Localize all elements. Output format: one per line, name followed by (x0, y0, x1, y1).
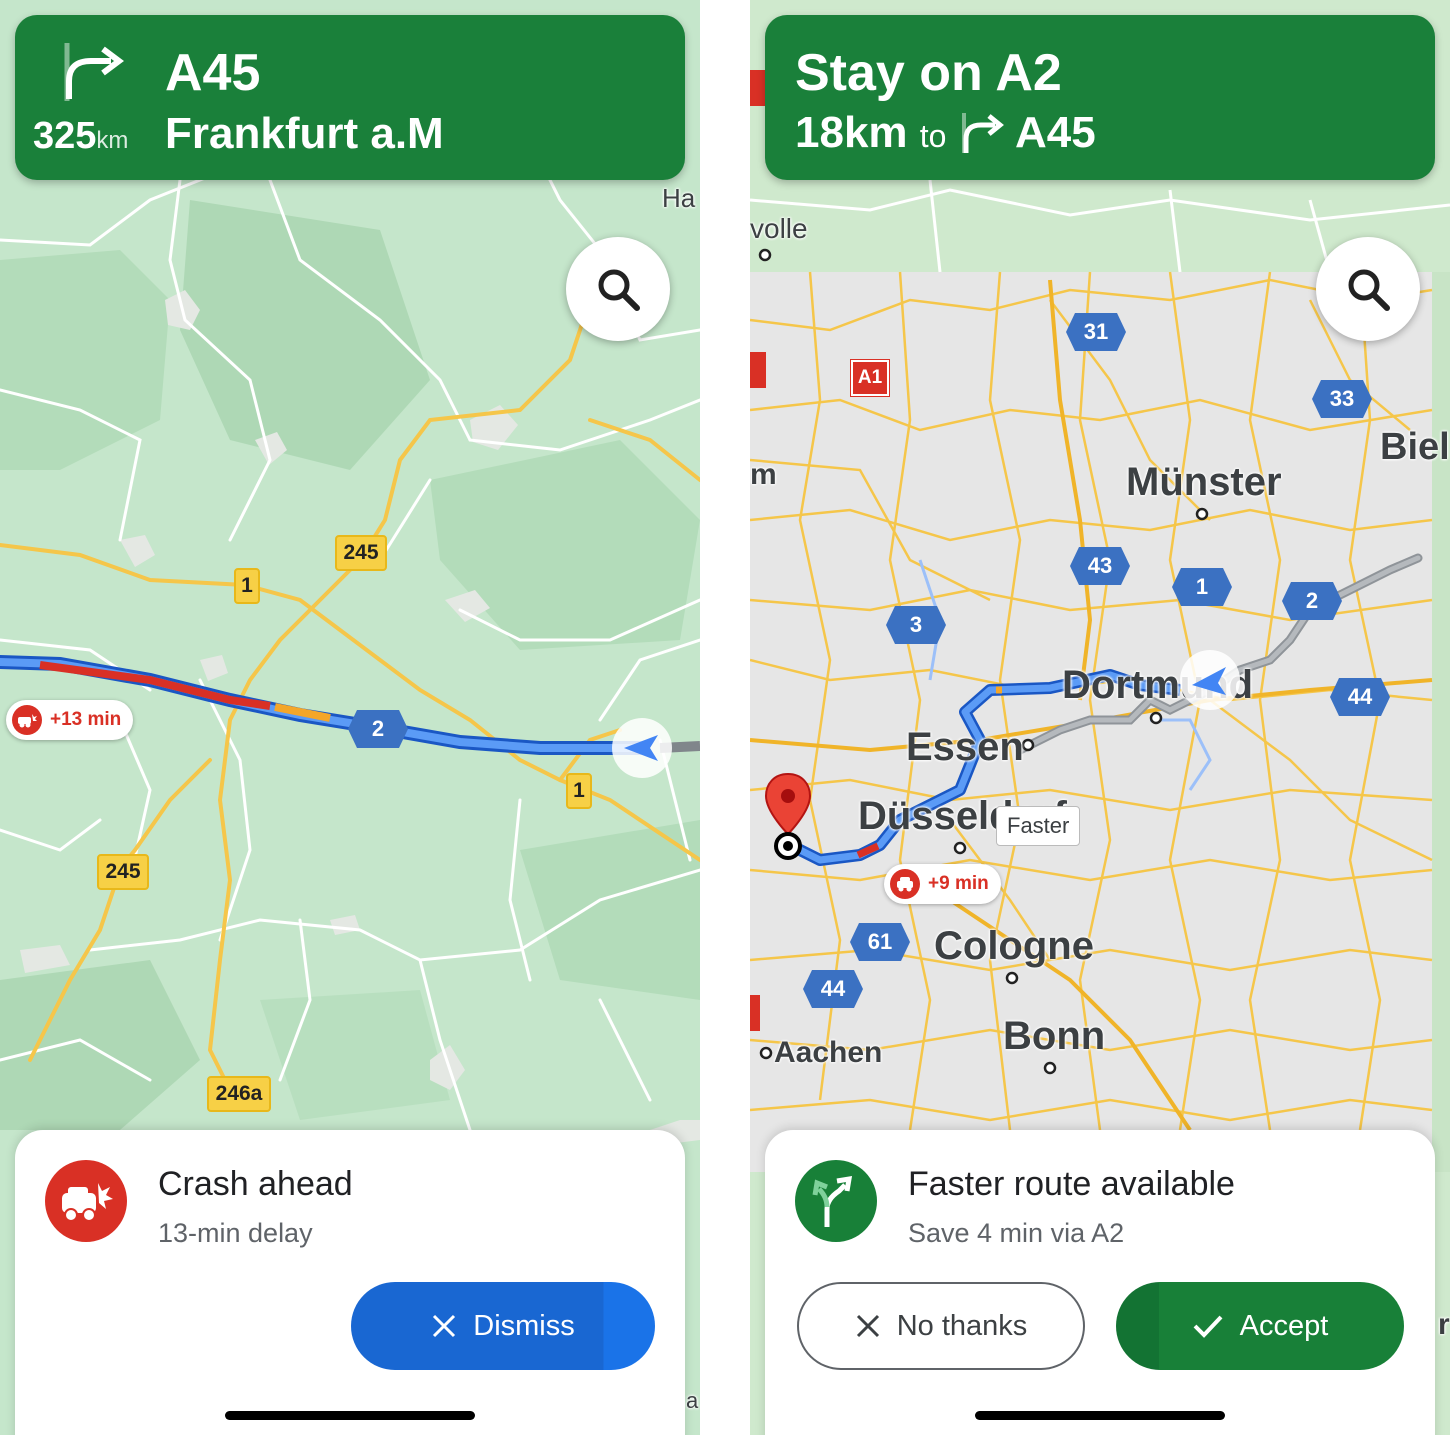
navigation-arrow-icon (624, 735, 658, 761)
search-icon (598, 269, 640, 311)
destination-name: Frankfurt a.M (165, 109, 444, 158)
instruction-text: Stay on A2 (795, 44, 1062, 102)
road-badge: 44 (803, 970, 863, 1008)
traffic-delay-bubble[interactable]: +9 min (884, 864, 1001, 904)
faster-route-icon-circle (795, 1160, 877, 1242)
road-badge: A1 (850, 359, 890, 397)
navigation-header[interactable]: Stay on A2 18km to A45 (765, 15, 1435, 180)
dismiss-button[interactable]: Dismiss (351, 1282, 655, 1370)
road-badge: 245 (335, 535, 387, 571)
close-icon (856, 1314, 879, 1338)
road-badge: 61 (850, 923, 910, 961)
search-button[interactable] (1316, 237, 1420, 341)
map-edge-label: a (686, 1388, 699, 1413)
map-edge-label: volle (750, 213, 808, 244)
no-thanks-button[interactable]: No thanks (797, 1282, 1085, 1370)
close-icon (433, 1314, 456, 1338)
check-icon (1193, 1315, 1223, 1338)
search-button[interactable] (566, 237, 670, 341)
map-edge-label: m (750, 458, 777, 491)
faster-route-tag[interactable]: Faster (996, 806, 1081, 846)
road-badge: 1 (1172, 568, 1232, 606)
alert-title: Faster route available (908, 1165, 1235, 1203)
road-badge: 44 (1330, 678, 1390, 716)
right-phone-screen: 31 33 43 1 2 3 44 61 44 A1 Münster Dortm… (750, 0, 1450, 1435)
traffic-delay-bubble[interactable]: +13 min (6, 700, 134, 740)
road-badge: 1 (566, 773, 592, 809)
city-label: Aachen (774, 1036, 883, 1069)
alert-sheet: Crash ahead 13-min delay Dismiss (15, 1130, 685, 1435)
road-badge: 31 (1066, 313, 1126, 351)
city-label: Cologne (934, 924, 1094, 968)
turn-right-icon (64, 43, 124, 101)
road-badge: 2 (348, 710, 408, 748)
search-icon (1348, 269, 1390, 311)
road-badge: 246a (207, 1076, 271, 1112)
destination-pin-icon (764, 772, 812, 860)
delay-text: +9 min (928, 873, 989, 894)
accept-label: Accept (1239, 1309, 1329, 1342)
navigation-arrow-icon (1192, 667, 1226, 695)
road-badge: 3 (886, 606, 946, 644)
home-indicator[interactable] (975, 1411, 1225, 1420)
city-label: Essen (906, 725, 1024, 769)
current-location-marker (612, 718, 672, 778)
road-badge: 33 (1312, 380, 1372, 418)
crash-icon (12, 705, 42, 735)
no-thanks-label: No thanks (896, 1309, 1028, 1342)
dismiss-label: Dismiss (473, 1309, 575, 1342)
alert-subtitle: Save 4 min via A2 (908, 1218, 1125, 1248)
city-label: Münster (1126, 460, 1282, 504)
crash-icon (890, 869, 920, 899)
delay-text: +13 min (50, 709, 122, 730)
map-edge-label: r (1438, 1308, 1450, 1341)
alert-title: Crash ahead (158, 1165, 353, 1203)
distance-to-next: 18km to (795, 108, 947, 157)
city-label: Bonn (1003, 1014, 1106, 1058)
road-badge: 2 (1282, 582, 1342, 620)
distance-to-turn: 325km (33, 115, 129, 157)
alert-subtitle: 13-min delay (158, 1218, 313, 1248)
road-badge: 43 (1070, 547, 1130, 585)
home-indicator[interactable] (225, 1411, 475, 1420)
navigation-header[interactable]: A45 325km Frankfurt a.M (15, 15, 685, 180)
accept-button[interactable]: Accept (1116, 1282, 1404, 1370)
road-badge: 245 (97, 854, 149, 890)
current-location-marker (1180, 650, 1240, 710)
map-edge-label: Biel (1380, 426, 1450, 468)
next-road-name: A45 (165, 44, 261, 102)
fork-route-icon (812, 1175, 853, 1227)
road-badge: 1 (234, 568, 260, 604)
next-road-name: A45 (1015, 108, 1096, 157)
crash-alert-icon-circle (45, 1160, 127, 1242)
alert-sheet: Faster route available Save 4 min via A2… (765, 1130, 1435, 1435)
turn-right-icon (962, 113, 1004, 153)
crash-icon (62, 1183, 113, 1222)
left-phone-screen: 245 1 2 1 245 246a Ha a +13 min A45 325k… (0, 0, 700, 1435)
map-edge-label: Ha (662, 183, 696, 213)
